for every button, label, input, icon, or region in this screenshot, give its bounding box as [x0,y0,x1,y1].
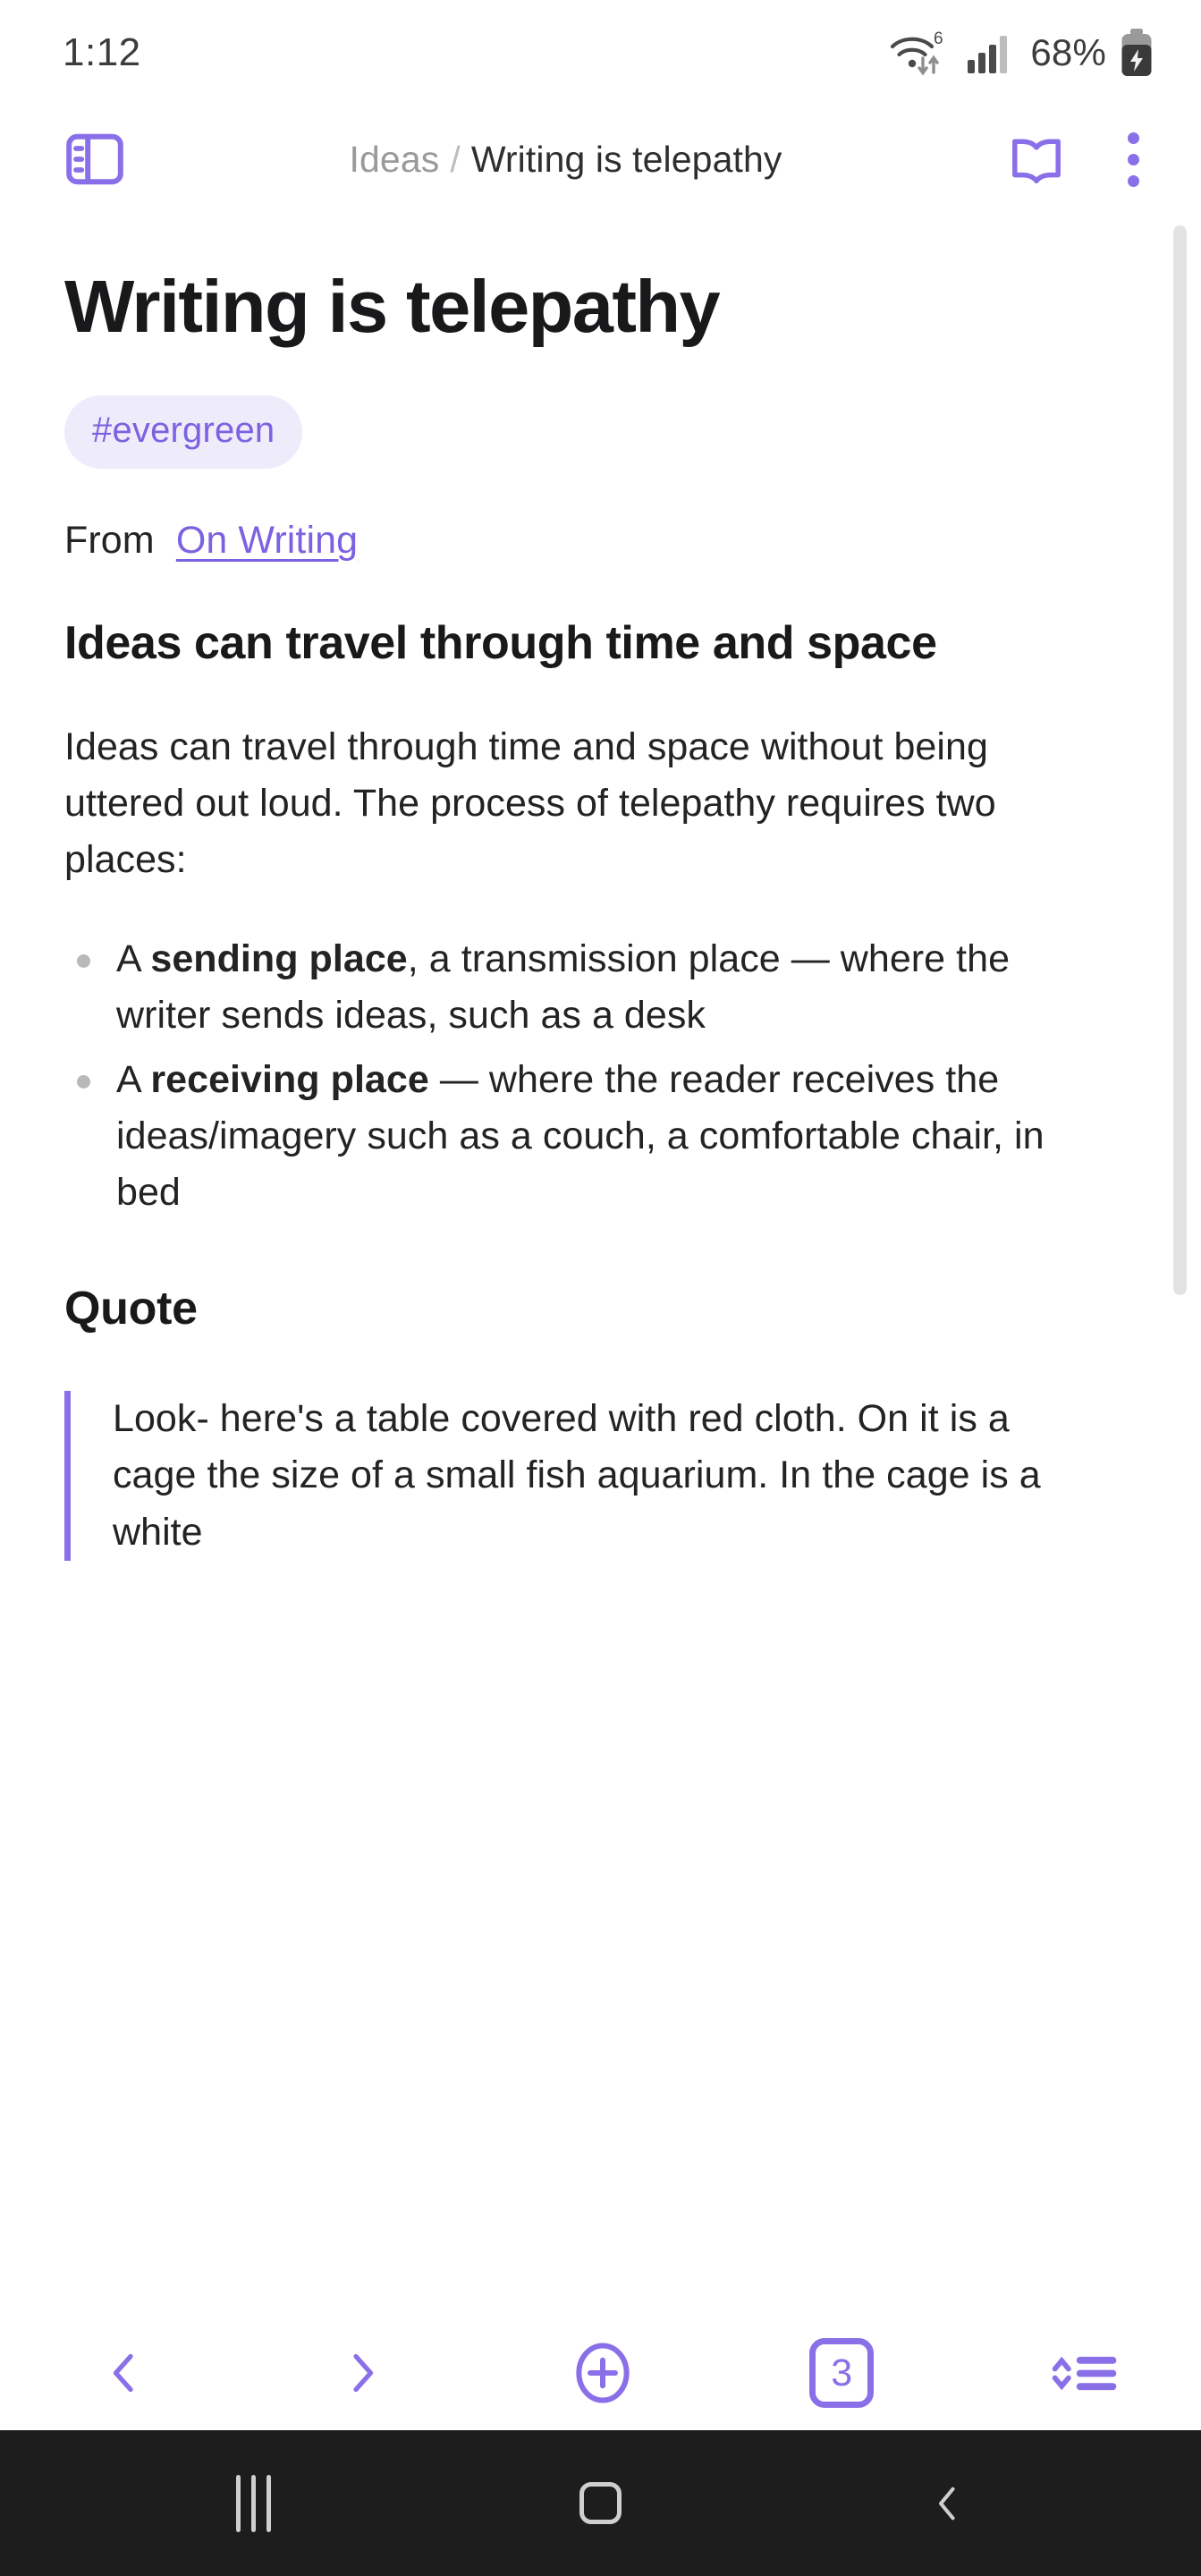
bullet-bold-term: sending place [150,937,408,981]
note-body[interactable]: Writing is telepathy #evergreen From On … [0,213,1201,1561]
chevron-right-icon [353,2353,373,2393]
reading-mode-button[interactable] [995,110,1078,208]
battery-charging-icon [1121,29,1152,76]
bullet-list: A sending place, a transmission place — … [64,931,1137,1221]
recents-button[interactable] [187,2454,321,2553]
list-item: A receiving place — where the reader rec… [64,1052,1075,1222]
blockquote-king: Look- here's a table covered with red cl… [64,1391,1057,1561]
tag-evergreen[interactable]: #evergreen [64,394,303,469]
sort-list-icon [1052,2356,1117,2391]
bullet-bold-term: receiving place [150,1057,429,1101]
source-line: From On Writing [64,519,1137,563]
list-item: A sending place, a transmission place — … [64,931,1075,1044]
chevron-left-icon [113,2353,133,2393]
more-vertical-icon [1127,174,1139,187]
section-heading-quote: Quote [64,1283,198,1335]
back-chevron-icon [939,2487,955,2520]
bullet-lead: A [116,1057,151,1101]
bullet-lead: A [116,937,151,981]
new-note-button[interactable] [562,2324,644,2422]
note-content-scroll-area[interactable]: Writing is telepathy #evergreen From On … [0,213,1201,2316]
breadcrumb[interactable]: Ideas / Writing is telepathy [136,139,995,181]
page-title: Writing is telepathy [64,265,721,348]
status-indicators: 6 68% [887,28,1154,78]
battery-percent-label: 68% [1030,31,1106,73]
sidebar-panel-icon [66,133,123,185]
more-vertical-icon [1127,153,1139,165]
nav-forward-button[interactable] [322,2324,404,2422]
breadcrumb-separator: / [450,138,461,180]
sort-options-button[interactable] [1040,2324,1122,2422]
cellular-signal-icon [968,36,1008,73]
breadcrumb-current: Writing is telepathy [470,138,782,180]
tag-list: #evergreen [64,394,1137,469]
status-clock: 1:12 [63,30,141,74]
svg-text:6: 6 [934,30,943,48]
sidebar-toggle-button[interactable] [54,110,136,208]
section-heading-ideas: Ideas can travel through time and space [64,616,937,669]
status-bar: 1:12 6 68% [0,0,1201,106]
phone-screen: 1:12 6 68% Ideas / Writing is telepathy … [0,0,1201,2576]
paragraph-ideas-travel: Ideas can travel through time and space … [64,724,996,881]
vertical-scrollbar[interactable] [1173,225,1187,1295]
plus-circle-icon [575,2343,630,2403]
tab-switcher-button[interactable]: 3 [800,2324,883,2422]
recents-icon [236,2474,272,2532]
home-icon [579,2482,622,2524]
more-vertical-icon [1127,131,1139,144]
home-button[interactable] [533,2454,667,2553]
app-toolbar: Ideas / Writing is telepathy [0,106,1201,213]
bottom-toolbar: 3 [0,2316,1201,2430]
source-prefix: From [64,518,155,562]
source-link[interactable]: On Writing [176,519,358,562]
wifi-6-icon: 6 [891,30,943,76]
nav-back-button[interactable] [82,2324,165,2422]
tab-count-badge: 3 [809,2338,875,2408]
android-back-button[interactable] [880,2454,1014,2553]
overflow-menu-button[interactable] [1104,128,1162,191]
android-navigation-bar [0,2430,1201,2576]
breadcrumb-parent[interactable]: Ideas [350,139,440,181]
open-book-icon [1012,139,1061,183]
